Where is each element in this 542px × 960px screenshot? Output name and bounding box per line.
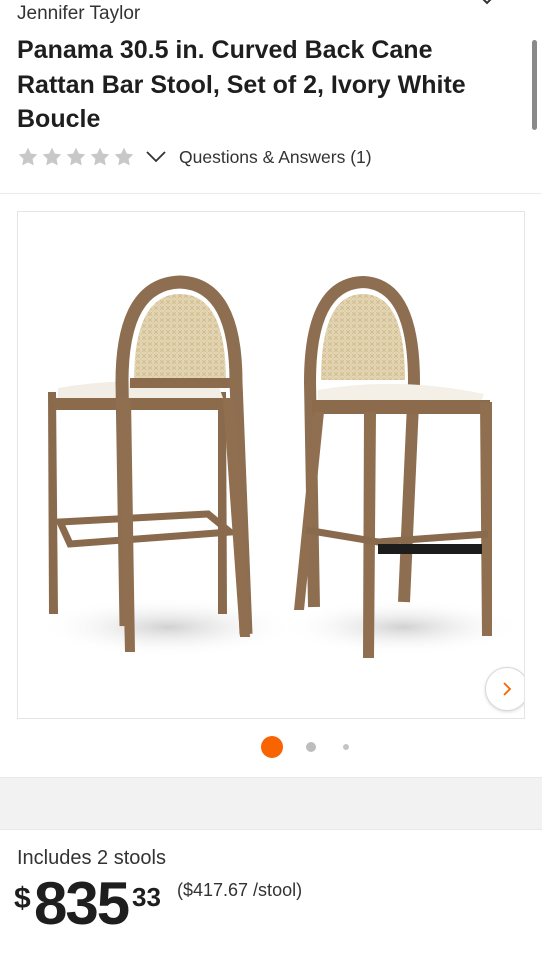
price-currency: $ (14, 882, 31, 915)
chevron-down-icon[interactable] (478, 0, 496, 8)
next-image-button[interactable] (485, 667, 524, 711)
star-rating[interactable] (17, 146, 135, 168)
unit-price: ($417.67 /stool) (177, 880, 303, 900)
star-icon (90, 147, 110, 166)
pagination-dot[interactable] (343, 744, 349, 750)
questions-answers-link[interactable]: Questions & Answers (1) (179, 147, 372, 168)
star-icon (66, 147, 86, 166)
image-pagination (0, 736, 542, 758)
divider (0, 193, 542, 194)
price-cents: 33 (132, 882, 161, 912)
star-icon (42, 147, 62, 166)
rating-row: Questions & Answers (1) (17, 146, 372, 168)
pagination-dot[interactable] (306, 742, 316, 752)
left-stool (48, 275, 253, 652)
chevron-right-icon (503, 682, 512, 696)
scrollbar-thumb[interactable] (532, 40, 537, 130)
product-title: Panama 30.5 in. Curved Back Cane Rattan … (17, 36, 466, 133)
star-icon (18, 147, 38, 166)
product-image-frame[interactable] (17, 211, 525, 719)
product-image[interactable] (18, 212, 524, 718)
brand-name[interactable]: Jennifer Taylor (17, 3, 140, 25)
price-whole: 835 (34, 870, 130, 937)
chevron-down-icon[interactable] (145, 150, 167, 164)
includes-text: Includes 2 stools (17, 847, 166, 869)
section-separator (0, 777, 542, 830)
star-icon (114, 147, 134, 166)
pagination-dot-active[interactable] (261, 736, 283, 758)
